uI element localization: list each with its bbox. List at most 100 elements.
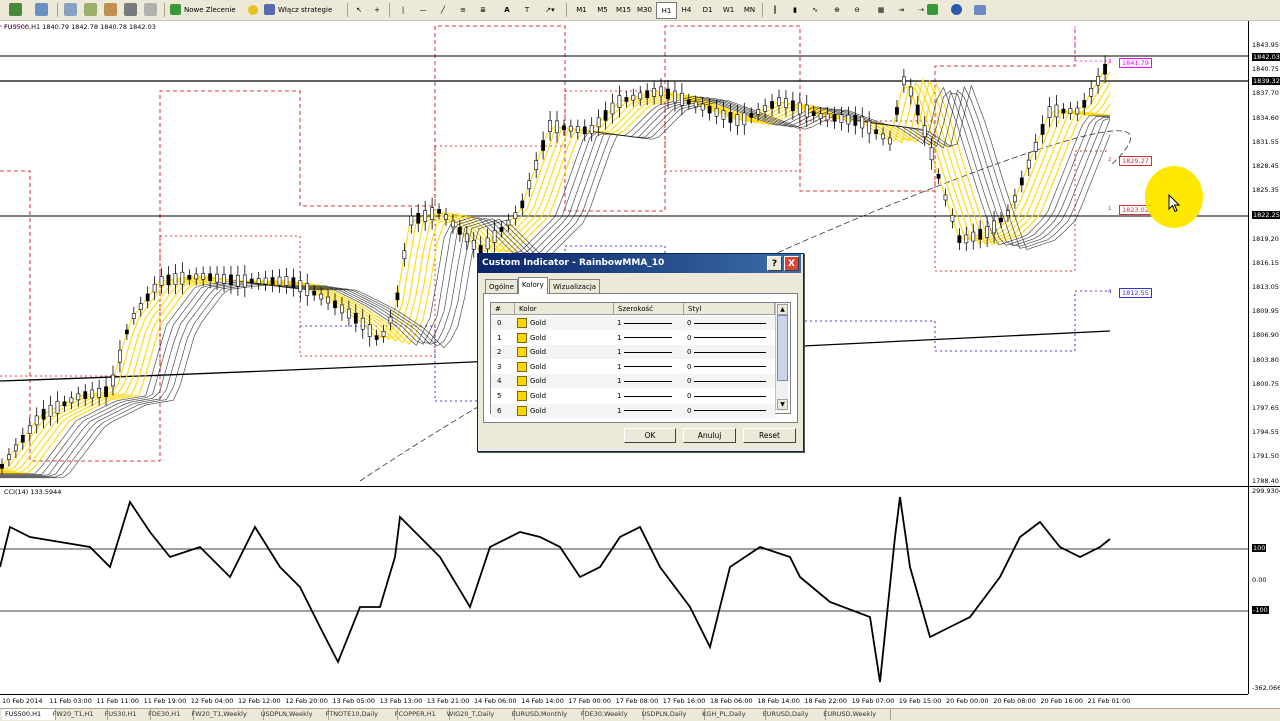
row-style-cell[interactable]: 0: [687, 331, 773, 345]
column-header-width[interactable]: Szerokość: [614, 303, 684, 315]
row-width-cell[interactable]: 1: [617, 331, 677, 345]
row-width-cell[interactable]: 1: [617, 316, 677, 330]
color-row[interactable]: 6 Gold 1 0: [491, 403, 775, 418]
color-row[interactable]: 5 Gold 1 0: [491, 389, 775, 403]
row-style-cell[interactable]: 0: [687, 374, 773, 388]
new-chart-icon[interactable]: [4, 2, 26, 17]
templates-icon[interactable]: [970, 2, 990, 17]
timeframe-mn-button[interactable]: MN: [740, 2, 759, 17]
ok-button[interactable]: OK: [624, 428, 676, 443]
label-tool-icon[interactable]: T: [520, 2, 534, 17]
close-button[interactable]: X: [784, 256, 799, 271]
bar-chart-icon[interactable]: ║: [768, 2, 782, 17]
chart-tab[interactable]: FCOPPER,H1: [392, 709, 450, 720]
scroll-up-icon[interactable]: ▲: [777, 304, 788, 315]
chart-tab[interactable]: EURUSD,Weekly: [820, 709, 892, 720]
chart-tab[interactable]: FDE30,H1: [145, 709, 195, 720]
cci-chart[interactable]: [0, 487, 1248, 694]
color-row[interactable]: 1 Gold 1 0: [491, 330, 775, 345]
chart-tab[interactable]: EURUSD,Daily: [760, 709, 827, 720]
tab-visualization[interactable]: Wizualizacja: [549, 279, 601, 294]
chart-tab[interactable]: WIG20_T,Daily: [444, 709, 515, 720]
row-color-cell[interactable]: Gold: [517, 331, 546, 345]
indicators-icon[interactable]: [922, 2, 942, 17]
channel-tool-icon[interactable]: ≡: [456, 2, 470, 17]
chart-shift-icon[interactable]: ⇥: [894, 2, 908, 17]
expert-advisors-icon[interactable]: [246, 2, 260, 17]
column-header-color[interactable]: Kolor: [515, 303, 614, 315]
reset-button[interactable]: Reset: [743, 428, 796, 443]
scroll-down-icon[interactable]: ▼: [777, 399, 788, 410]
chart-tab[interactable]: USDPLN,Weekly: [258, 709, 329, 720]
crosshair-tool-icon[interactable]: +: [370, 2, 384, 17]
data-window-icon[interactable]: [102, 2, 118, 17]
row-style-cell[interactable]: 0: [687, 360, 773, 374]
column-header-index[interactable]: #: [491, 303, 515, 315]
terminal-icon[interactable]: [122, 2, 138, 17]
row-color-cell[interactable]: Gold: [517, 345, 546, 359]
chart-tab[interactable]: FW20_T1,H1: [50, 709, 108, 720]
text-tool-icon[interactable]: A: [500, 2, 514, 17]
strategy-tester-icon[interactable]: [142, 2, 158, 17]
row-color-cell[interactable]: Gold: [517, 360, 546, 374]
timeframe-d1-button[interactable]: D1: [698, 2, 717, 17]
row-width-cell[interactable]: 1: [617, 345, 677, 359]
profiles-icon[interactable]: [30, 2, 52, 17]
periods-icon[interactable]: [946, 2, 966, 17]
cursor-tool-icon[interactable]: ↖: [352, 2, 366, 17]
chart-tab[interactable]: FUS500,H1: [2, 709, 56, 720]
zoom-in-icon[interactable]: ⊕: [830, 2, 844, 17]
color-row[interactable]: 2 Gold 1 0: [491, 345, 775, 360]
market-watch-icon[interactable]: [62, 2, 78, 17]
chart-tab[interactable]: FUS30,H1: [102, 709, 152, 720]
candle-chart-icon[interactable]: ▮: [788, 2, 802, 17]
fibonacci-tool-icon[interactable]: ≣: [476, 2, 490, 17]
row-width-cell[interactable]: 1: [617, 360, 677, 374]
chart-tab[interactable]: USDPLN,Daily: [639, 709, 706, 720]
zoom-out-icon[interactable]: ⊖: [850, 2, 864, 17]
tab-general[interactable]: Ogólne: [485, 279, 518, 294]
chart-tab[interactable]: FDE30,Weekly: [578, 709, 645, 720]
color-row[interactable]: 0 Gold 1 0: [491, 316, 775, 330]
row-style-cell[interactable]: 0: [687, 345, 773, 359]
timeframe-h4-button[interactable]: H4: [677, 2, 696, 17]
vertical-line-tool-icon[interactable]: |: [396, 2, 410, 17]
row-width-cell[interactable]: 1: [617, 389, 677, 403]
new-order-button[interactable]: Nowe Zlecenie: [170, 2, 242, 17]
style-line-glyph: [694, 322, 767, 324]
trendline-tool-icon[interactable]: ╱: [436, 2, 450, 17]
row-style-cell[interactable]: 0: [687, 316, 773, 330]
timeframe-h1-button[interactable]: H1: [656, 2, 677, 19]
row-width-cell[interactable]: 1: [617, 374, 677, 388]
row-style-cell[interactable]: 0: [687, 389, 773, 403]
column-header-style[interactable]: Styl: [684, 303, 775, 315]
tab-colors[interactable]: Kolory: [518, 277, 548, 294]
chart-tab[interactable]: FTNOTE10,Daily: [323, 709, 398, 720]
color-row[interactable]: 4 Gold 1 0: [491, 374, 775, 389]
cancel-button[interactable]: Anuluj: [683, 428, 736, 443]
line-chart-icon[interactable]: ∿: [808, 2, 822, 17]
tile-windows-icon[interactable]: ▦: [874, 2, 888, 17]
horizontal-line-tool-icon[interactable]: —: [416, 2, 430, 17]
grid-scrollbar[interactable]: ▲ ▼: [775, 303, 788, 411]
row-color-cell[interactable]: Gold: [517, 316, 546, 330]
help-button[interactable]: ?: [767, 256, 782, 271]
row-color-cell[interactable]: Gold: [517, 389, 546, 403]
chart-tab[interactable]: FW20_T1,Weekly: [189, 709, 264, 720]
enable-strategies-button[interactable]: Włącz strategie: [264, 2, 342, 17]
navigator-icon[interactable]: [82, 2, 98, 17]
timeframe-m15-button[interactable]: M15: [614, 2, 633, 17]
row-color-cell[interactable]: Gold: [517, 374, 546, 388]
scroll-thumb[interactable]: [777, 315, 788, 381]
color-row[interactable]: 3 Gold 1 0: [491, 359, 775, 374]
row-color-cell[interactable]: Gold: [517, 404, 546, 418]
arrows-tool-icon[interactable]: ↗▾: [540, 2, 560, 17]
timeframe-m30-button[interactable]: M30: [635, 2, 654, 17]
chart-tab[interactable]: KGH_PL,Daily: [699, 709, 766, 720]
row-width-cell[interactable]: 1: [617, 404, 677, 418]
timeframe-m5-button[interactable]: M5: [593, 2, 612, 17]
timeframe-m1-button[interactable]: M1: [572, 2, 591, 17]
timeframe-w1-button[interactable]: W1: [719, 2, 738, 17]
chart-tab[interactable]: EURUSD,Monthly: [509, 709, 584, 720]
row-style-cell[interactable]: 0: [687, 404, 773, 418]
